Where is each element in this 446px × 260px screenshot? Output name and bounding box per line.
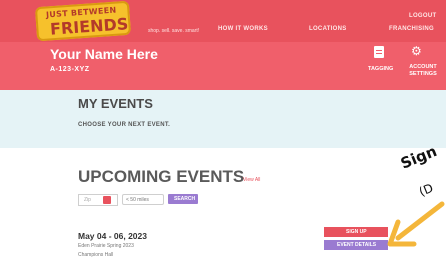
tagging-icon[interactable] [374,46,384,58]
arrow-icon [387,201,445,247]
my-events-title: MY EVENTS [78,96,153,111]
distance-select-value: < 50 miles [126,197,149,203]
gear-icon[interactable]: ⚙ [411,45,422,57]
event-name: Eden Prairie Spring 2023 [78,243,134,249]
nav-locations[interactable]: LOCATIONS [309,26,347,32]
brand-logo[interactable]: JUST BETWEEN FRIENDS [34,0,132,42]
location-icon[interactable] [103,196,111,204]
account-settings-label-1: ACCOUNT [409,64,437,70]
event-details-button-label: EVENT DETAILS [337,242,377,248]
sign-up-button-label: SIGN UP [346,229,367,235]
tagging-link[interactable]: TAGGING [368,66,393,72]
tagline: shop. sell. save. smart! [148,28,200,34]
account-settings-label-2: SETTINGS [409,71,437,77]
zip-placeholder: Zip [84,197,91,203]
user-id: A-123-XYZ [50,66,90,73]
annotation-subtext: (D [417,180,436,199]
event-date: May 04 - 06, 2023 [78,231,147,241]
user-name: Your Name Here [50,46,158,62]
my-events-subtitle: CHOOSE YOUR NEXT EVENT. [78,122,171,128]
event-venue: Champions Hall [78,252,114,258]
account-settings-link[interactable]: ACCOUNT SETTINGS [403,64,443,78]
search-button-label: SEARCH [174,196,196,202]
nav-how-it-works[interactable]: HOW IT WORKS [218,26,268,32]
nav-franchising[interactable]: FRANCHISING [389,26,434,32]
upcoming-events-title: UPCOMING EVENTS [78,167,245,186]
logout-link[interactable]: LOGOUT [409,13,436,19]
view-all-link[interactable]: View All [243,177,260,183]
my-events-section [0,90,446,148]
